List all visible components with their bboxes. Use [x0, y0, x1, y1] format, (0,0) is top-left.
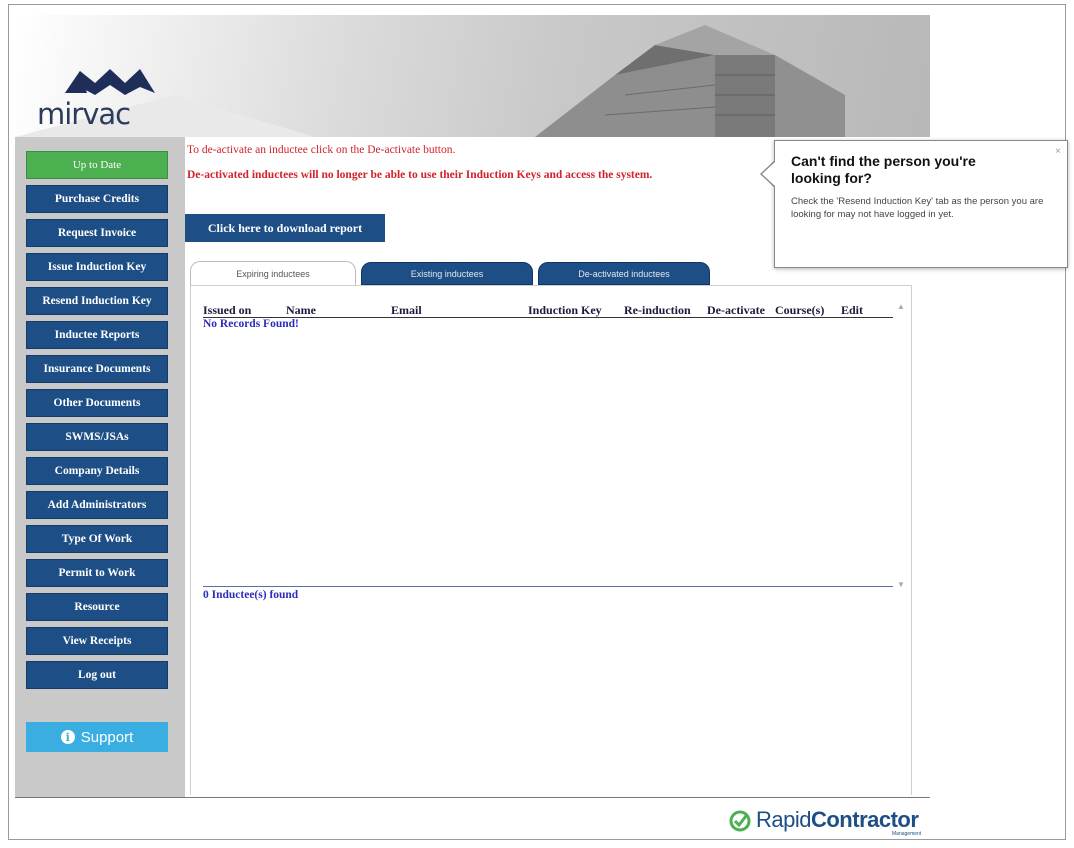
column-de-activate: De-activate — [707, 303, 765, 317]
table-bottom-divider — [203, 586, 893, 587]
column-name: Name — [286, 303, 316, 317]
sidebar-item-resource[interactable]: Resource — [26, 593, 168, 621]
support-label: Support — [80, 728, 134, 746]
sidebar-item-type-of-work[interactable]: Type Of Work — [26, 525, 168, 553]
rapidcontractor-logo: RapidContractor Management — [728, 805, 948, 837]
column-edit: Edit — [841, 303, 864, 317]
tab-expiring-inductees[interactable]: Expiring inductees — [190, 261, 356, 286]
sidebar-item-purchase-credits[interactable]: Purchase Credits — [26, 185, 168, 213]
sidebar-item-request-invoice[interactable]: Request Invoice — [26, 219, 168, 247]
popup-title: Can't find the person you're looking for… — [791, 153, 976, 186]
support-button[interactable]: i Support — [26, 722, 168, 752]
popup-pointer-inner — [762, 161, 776, 187]
column-email: Email — [391, 303, 422, 317]
sidebar-item-issue-induction-key[interactable]: Issue Induction Key — [26, 253, 168, 281]
brand-name-bold: Contractor — [810, 807, 919, 832]
column-issued-on: Issued on — [203, 303, 252, 317]
footer-divider — [15, 797, 930, 798]
sidebar-item-insurance-documents[interactable]: Insurance Documents — [26, 355, 168, 383]
close-icon[interactable]: × — [1055, 146, 1061, 157]
sidebar-item-log-out[interactable]: Log out — [26, 661, 168, 689]
scroll-up-icon[interactable]: ▲ — [896, 302, 906, 312]
header-banner: mirvac — [15, 15, 930, 137]
tab-deactivated-inductees[interactable]: De-activated inductees — [538, 262, 710, 285]
tab-existing-inductees[interactable]: Existing inductees — [361, 262, 533, 285]
sidebar-item-company-details[interactable]: Company Details — [26, 457, 168, 485]
help-popup: × Can't find the person you're looking f… — [774, 140, 1068, 268]
logo-text: mirvac — [37, 97, 131, 131]
column-re-induction: Re-induction — [624, 303, 691, 317]
scroll-down-icon[interactable]: ▼ — [896, 580, 906, 590]
info-icon: i — [60, 730, 75, 744]
sidebar-item-other-documents[interactable]: Other Documents — [26, 389, 168, 417]
download-report-button[interactable]: Click here to download report — [185, 214, 385, 242]
sidebar-item-inductee-reports[interactable]: Inductee Reports — [26, 321, 168, 349]
column-induction-key: Induction Key — [528, 303, 602, 317]
header-divider — [203, 317, 893, 318]
brand-name-light: Rapid — [756, 807, 811, 832]
sidebar-item-up-to-date[interactable]: Up to Date — [26, 151, 168, 179]
sidebar: Up to Date Purchase Credits Request Invo… — [15, 137, 185, 797]
deactivate-instruction: To de-activate an inductee click on the … — [187, 144, 456, 156]
deactivate-warning: De-activated inductees will no longer be… — [187, 169, 653, 181]
inductee-table-panel: Issued on Name Email Induction Key Re-in… — [190, 285, 912, 795]
table-scrollbar[interactable]: ▲ ▼ — [896, 302, 906, 590]
check-circle-icon — [729, 810, 751, 832]
sidebar-item-resend-induction-key[interactable]: Resend Induction Key — [26, 287, 168, 315]
column-courses: Course(s) — [775, 303, 825, 317]
sidebar-item-add-administrators[interactable]: Add Administrators — [26, 491, 168, 519]
sidebar-item-swms-jsas[interactable]: SWMS/JSAs — [26, 423, 168, 451]
no-records-message: No Records Found! — [203, 318, 299, 330]
popup-text: Check the 'Resend Induction Key' tab as … — [791, 196, 1044, 220]
brand-name: RapidContractor — [756, 807, 919, 833]
brand-subtitle: Management — [892, 831, 922, 837]
inductee-count: 0 Inductee(s) found — [203, 589, 299, 601]
sidebar-item-permit-to-work[interactable]: Permit to Work — [26, 559, 168, 587]
sidebar-item-view-receipts[interactable]: View Receipts — [26, 627, 168, 655]
